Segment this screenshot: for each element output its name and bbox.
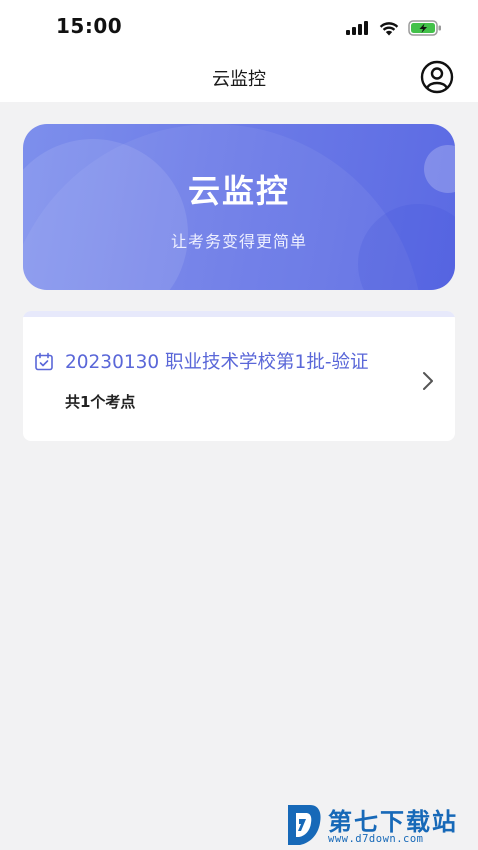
status-icons bbox=[346, 18, 442, 38]
watermark: 第七下载站 www.d7down.com bbox=[282, 800, 474, 850]
cellular-signal-icon bbox=[346, 21, 368, 35]
page-title: 云监控 bbox=[212, 69, 266, 90]
user-circle-icon[interactable] bbox=[420, 60, 454, 94]
nav-bar: 云监控 bbox=[0, 56, 478, 102]
status-time: 15:00 bbox=[56, 14, 123, 38]
battery-charging-icon bbox=[408, 20, 441, 36]
calendar-icon bbox=[35, 352, 53, 371]
status-bar: 15:00 bbox=[0, 0, 478, 56]
chevron-right-icon[interactable] bbox=[421, 369, 435, 393]
exam-site-count: 共1个考点 bbox=[65, 393, 136, 411]
wifi-icon bbox=[379, 21, 399, 35]
card-top-divider bbox=[23, 311, 455, 317]
watermark-url: www.d7down.com bbox=[328, 833, 424, 845]
watermark-name: 第七下载站 bbox=[328, 808, 458, 836]
hero-title: 云监控 bbox=[187, 172, 290, 210]
hero-subtitle: 让考务变得更简单 bbox=[170, 232, 307, 251]
exam-card[interactable]: 20230130 职业技术学校第1批-验证 共1个考点 bbox=[23, 311, 455, 441]
watermark-logo-icon bbox=[288, 805, 321, 845]
exam-title[interactable]: 20230130 职业技术学校第1批-验证 bbox=[65, 348, 405, 374]
hero-banner: 云监控 让考务变得更简单 bbox=[23, 124, 455, 290]
